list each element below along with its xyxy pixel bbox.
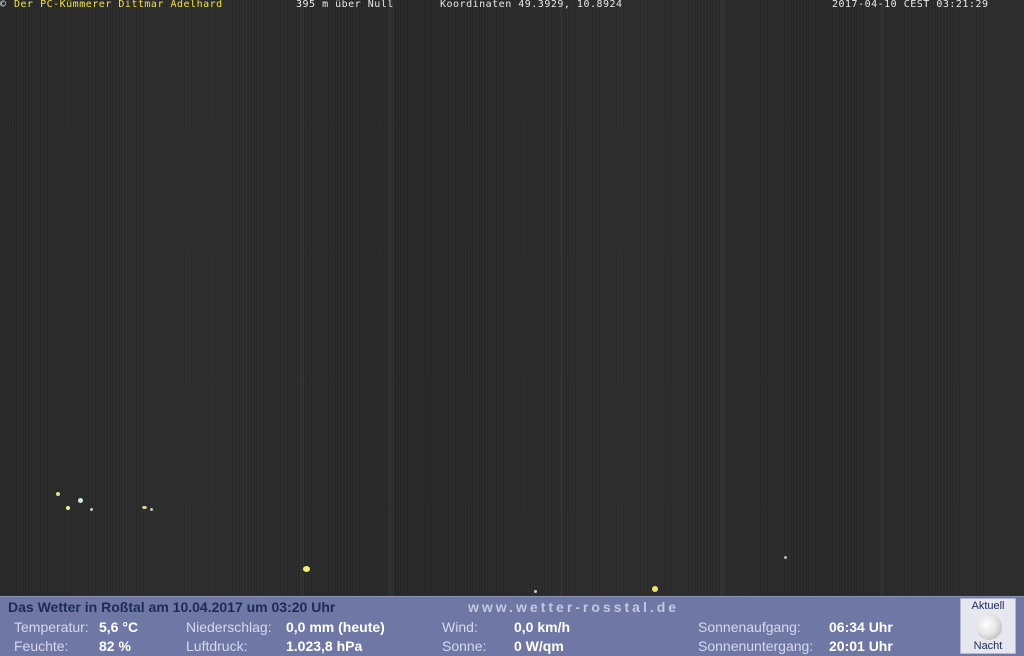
sunset-value: 20:01 Uhr [829,638,893,654]
street-light [652,586,658,592]
moon-phase-box: Aktuell Nacht [960,598,1016,654]
sensor-noise-stripe [720,0,725,596]
distant-light [784,556,787,559]
sensor-noise-stripe [880,0,884,596]
moon-phase-bottom-label: Nacht [973,640,1003,652]
website-link[interactable]: www.wetter-rosstal.de [468,599,679,615]
distant-light [78,498,83,503]
sensor-noise-stripe [388,0,394,596]
moon-icon [976,614,1002,640]
distant-light [534,590,537,593]
sensor-noise-stripe [300,0,304,596]
humidity-value: 82 % [99,638,131,654]
distant-light [56,492,60,496]
altitude-readout: 395 m über Null [296,0,394,10]
sensor-noise-stripe [560,0,563,596]
coordinates-readout: Koordinaten 49.3929, 10.8924 [440,0,623,10]
sun-radiation-label: Sonne: [442,638,487,654]
webcam-owner: Der PC-Kümmerer Dittmar Adelhard [14,0,223,10]
distant-light [66,506,70,510]
distant-light [90,508,93,511]
temperature-value: 5,6 °C [99,619,139,635]
moon-phase-top-label: Aktuell [971,600,1005,612]
street-light [303,566,310,572]
sunrise-label: Sonnenaufgang: [698,619,801,635]
copyright-symbol: © [0,0,7,10]
pressure-label: Luftdruck: [186,638,248,654]
sun-radiation-value: 0 W/qm [514,638,564,654]
webcam-night-image [0,0,1024,596]
wind-label: Wind: [442,619,478,635]
webcam-info-overlay: © Der PC-Kümmerer Dittmar Adelhard 395 m… [0,0,1024,12]
distant-light [142,506,147,509]
capture-timestamp: 2017-04-10 CEST 03:21:29 [832,0,989,10]
weather-info-panel: Das Wetter in Roßtal am 10.04.2017 um 03… [0,596,1024,656]
humidity-label: Feuchte: [14,638,69,654]
sunrise-value: 06:34 Uhr [829,619,893,635]
sunset-label: Sonnenuntergang: [698,638,814,654]
distant-light [150,508,153,511]
wind-value: 0,0 km/h [514,619,571,635]
pressure-value: 1.023,8 hPa [286,638,363,654]
weather-title: Das Wetter in Roßtal am 10.04.2017 um 03… [8,599,336,615]
precipitation-label: Niederschlag: [186,619,272,635]
precipitation-value: 0,0 mm (heute) [286,619,385,635]
temperature-label: Temperatur: [14,619,89,635]
